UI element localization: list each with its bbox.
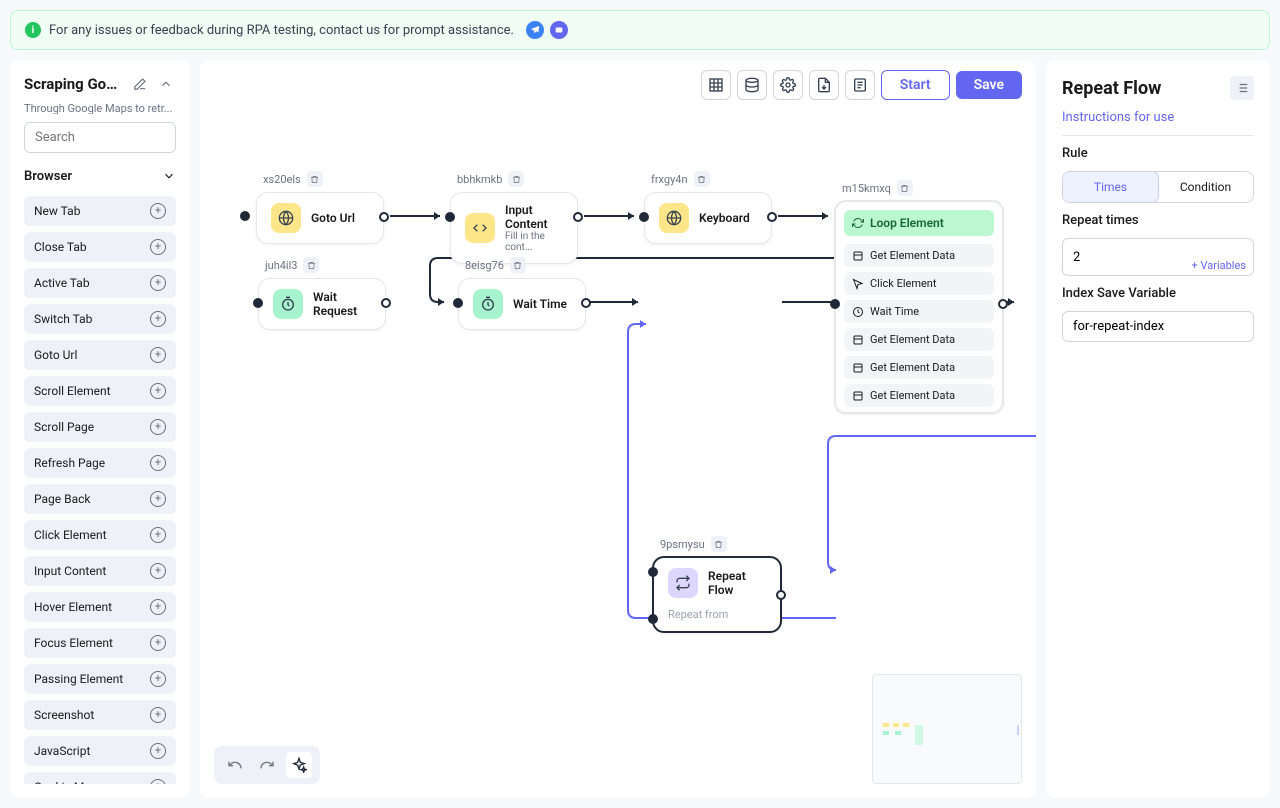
repeat-times-label: Repeat times	[1062, 213, 1254, 228]
settings-icon[interactable]	[773, 70, 803, 100]
action-item[interactable]: Goto Url+	[24, 340, 176, 370]
search-input[interactable]	[24, 122, 176, 153]
canvas-bottom-tools	[214, 746, 320, 784]
action-item[interactable]: New Tab+	[24, 196, 176, 226]
action-item[interactable]: Page Back+	[24, 484, 176, 514]
redo-icon[interactable]	[254, 752, 280, 778]
grid-icon[interactable]	[701, 70, 731, 100]
action-item[interactable]: Hover Element+	[24, 592, 176, 622]
loop-step[interactable]: Click Element	[844, 272, 994, 295]
workflow-subtitle: Through Google Maps to retr...	[24, 102, 176, 114]
action-list: New Tab+ Close Tab+ Active Tab+ Switch Tab+…	[24, 196, 176, 784]
database-icon[interactable]	[737, 70, 767, 100]
rule-tabs: Times Condition	[1062, 171, 1254, 203]
save-button[interactable]: Save	[956, 71, 1022, 99]
delete-icon[interactable]	[711, 536, 727, 552]
loop-step[interactable]: Get Element Data	[844, 244, 994, 267]
action-item[interactable]: Active Tab+	[24, 268, 176, 298]
category-browser[interactable]: Browser	[24, 169, 176, 184]
action-item[interactable]: Click Element+	[24, 520, 176, 550]
action-item[interactable]: Refresh Page+	[24, 448, 176, 478]
action-item[interactable]: Close Tab+	[24, 232, 176, 262]
edit-icon[interactable]	[130, 74, 150, 94]
delete-icon[interactable]	[307, 171, 323, 187]
telegram-icon[interactable]	[526, 21, 544, 39]
properties-panel: Repeat Flow Instructions for use Rule Ti…	[1046, 60, 1270, 798]
node-input-content[interactable]: bbhkmkb Input Content Fill in the cont..…	[450, 192, 578, 264]
action-item[interactable]: Cookie Manager+	[24, 772, 176, 784]
node-wait-time[interactable]: 8eisg76 Wait Time	[458, 278, 586, 330]
action-item[interactable]: Screenshot+	[24, 700, 176, 730]
node-repeat-flow[interactable]: 9psmysu Repeat Flow Repeat from	[652, 556, 782, 633]
node-keyboard[interactable]: frxgy4n Keyboard	[644, 192, 772, 244]
minimap[interactable]	[872, 674, 1022, 784]
node-loop-element[interactable]: m15kmxq Loop Element Get Element DataCli…	[834, 200, 1004, 414]
loop-step[interactable]: Get Element Data	[844, 356, 994, 379]
loop-step[interactable]: Get Element Data	[844, 384, 994, 407]
add-variables-link[interactable]: + Variables	[1192, 259, 1246, 272]
tab-condition[interactable]: Condition	[1158, 172, 1253, 202]
delete-icon[interactable]	[694, 171, 710, 187]
node-wait-request[interactable]: juh4il3 Wait Request	[258, 278, 386, 330]
undo-icon[interactable]	[222, 752, 248, 778]
node-goto-url[interactable]: xs20els Goto Url	[256, 192, 384, 244]
start-port	[240, 211, 250, 221]
sparkle-icon[interactable]	[286, 752, 312, 778]
action-item[interactable]: Input Content+	[24, 556, 176, 586]
list-icon[interactable]	[1230, 76, 1254, 100]
rule-label: Rule	[1062, 146, 1254, 161]
discord-icon[interactable]	[550, 21, 568, 39]
panel-title: Repeat Flow	[1062, 78, 1161, 99]
delete-icon[interactable]	[508, 171, 524, 187]
action-item[interactable]: Passing Element+	[24, 664, 176, 694]
delete-icon[interactable]	[897, 180, 913, 196]
tab-times[interactable]: Times	[1062, 171, 1159, 203]
action-item[interactable]: Scroll Element+	[24, 376, 176, 406]
info-icon: i	[25, 22, 41, 38]
action-item[interactable]: Switch Tab+	[24, 304, 176, 334]
collapse-icon[interactable]	[156, 74, 176, 94]
index-variable-input[interactable]	[1062, 311, 1254, 342]
left-sidebar: Scraping Google... Through Google Maps t…	[10, 60, 190, 798]
start-button[interactable]: Start	[881, 70, 950, 100]
action-item[interactable]: Focus Element+	[24, 628, 176, 658]
instructions-link[interactable]: Instructions for use	[1062, 110, 1254, 125]
notes-icon[interactable]	[845, 70, 875, 100]
banner-text: For any issues or feedback during RPA te…	[49, 23, 514, 38]
export-icon[interactable]	[809, 70, 839, 100]
index-save-label: Index Save Variable	[1062, 286, 1254, 301]
delete-icon[interactable]	[510, 257, 526, 273]
action-item[interactable]: Scroll Page+	[24, 412, 176, 442]
feedback-banner: i For any issues or feedback during RPA …	[10, 10, 1270, 50]
delete-icon[interactable]	[303, 257, 319, 273]
loop-step[interactable]: Get Element Data	[844, 328, 994, 351]
canvas-toolbar: Start Save	[701, 70, 1022, 100]
flow-canvas[interactable]: Start Save xs20els	[200, 60, 1036, 798]
loop-step[interactable]: Wait Time	[844, 300, 994, 323]
workflow-title: Scraping Google...	[24, 75, 124, 93]
action-item[interactable]: JavaScript+	[24, 736, 176, 766]
